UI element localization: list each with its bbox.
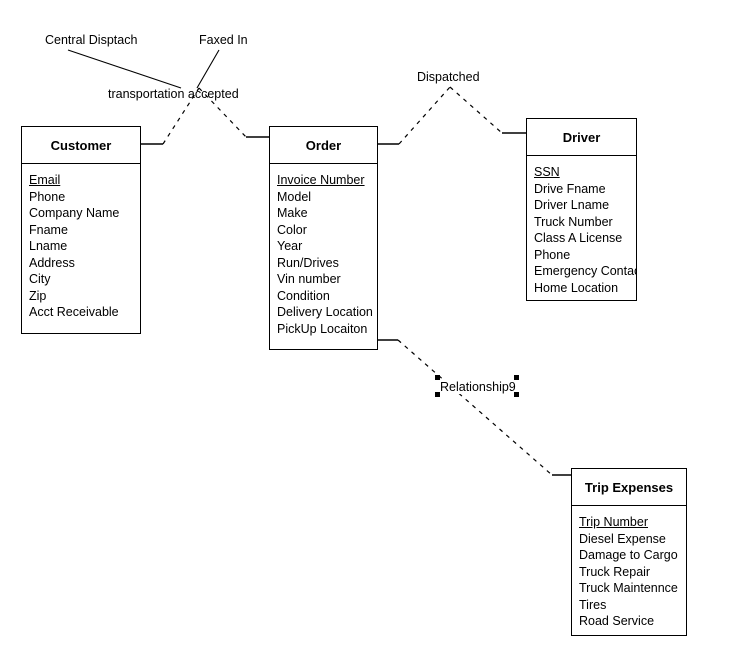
entity-driver[interactable]: Driver SSN Drive Fname Driver Lname Truc… — [526, 118, 637, 301]
attribute-row[interactable]: Acct Receivable — [29, 304, 140, 321]
selection-handle-bottom-left[interactable] — [435, 392, 440, 397]
annotation-faxed-in[interactable]: Faxed In — [199, 33, 248, 47]
attribute-row[interactable]: SSN — [534, 164, 636, 181]
entity-trip-expenses-title: Trip Expenses — [572, 469, 686, 506]
attribute-row[interactable]: Run/Drives — [277, 255, 377, 272]
attribute-row[interactable]: Company Name — [29, 205, 140, 222]
annotation-central-dispatch[interactable]: Central Disptach — [45, 33, 137, 47]
relationship-label-transportation-accepted[interactable]: transportation accepted — [108, 87, 239, 101]
attribute-row[interactable]: Invoice Number — [277, 172, 377, 189]
attribute-row[interactable]: Class A License — [534, 230, 636, 247]
attribute-row[interactable]: Road Service — [579, 613, 686, 630]
entity-customer[interactable]: Customer Email Phone Company Name Fname … — [21, 126, 141, 334]
selection-handle-bottom-right[interactable] — [514, 392, 519, 397]
entity-driver-attributes: SSN Drive Fname Driver Lname Truck Numbe… — [527, 156, 636, 300]
attribute-row[interactable]: Condition — [277, 288, 377, 305]
attribute-row[interactable]: Delivery Location — [277, 304, 377, 321]
attribute-row[interactable]: Drive Fname — [534, 181, 636, 198]
attribute-row[interactable]: Tires — [579, 597, 686, 614]
attribute-row[interactable]: Phone — [29, 189, 140, 206]
entity-customer-attributes: Email Phone Company Name Fname Lname Add… — [22, 164, 140, 327]
attribute-row[interactable]: Lname — [29, 238, 140, 255]
attribute-row[interactable]: Email — [29, 172, 140, 189]
attribute-row[interactable]: Emergency Contact — [534, 263, 636, 280]
attribute-row[interactable]: Address — [29, 255, 140, 272]
attribute-row[interactable]: City — [29, 271, 140, 288]
attribute-row[interactable]: Home Location — [534, 280, 636, 297]
selection-handle-top-left[interactable] — [435, 375, 440, 380]
attribute-row[interactable]: Driver Lname — [534, 197, 636, 214]
attribute-row[interactable]: Fname — [29, 222, 140, 239]
attribute-row[interactable]: Truck Repair — [579, 564, 686, 581]
entity-order-attributes: Invoice Number Model Make Color Year Run… — [270, 164, 377, 343]
attribute-row[interactable]: Model — [277, 189, 377, 206]
connector-order-driver[interactable] — [377, 86, 526, 145]
attribute-row[interactable]: Diesel Expense — [579, 531, 686, 548]
attribute-row[interactable]: Damage to Cargo — [579, 547, 686, 564]
relationship-label-relationship9[interactable]: Relationship9 — [440, 380, 516, 394]
entity-trip-expenses-attributes: Trip Number Diesel Expense Damage to Car… — [572, 506, 686, 635]
attribute-row[interactable]: PickUp Locaiton — [277, 321, 377, 338]
selection-handle-top-right[interactable] — [514, 375, 519, 380]
entity-order[interactable]: Order Invoice Number Model Make Color Ye… — [269, 126, 378, 350]
attribute-row[interactable]: Vin number — [277, 271, 377, 288]
attribute-row[interactable]: Trip Number — [579, 514, 686, 531]
attribute-row[interactable]: Phone — [534, 247, 636, 264]
leader-line-central-dispatch — [67, 49, 182, 89]
entity-order-title: Order — [270, 127, 377, 164]
attribute-row[interactable]: Year — [277, 238, 377, 255]
attribute-row[interactable]: Truck Number — [534, 214, 636, 231]
entity-customer-title: Customer — [22, 127, 140, 164]
attribute-row[interactable]: Make — [277, 205, 377, 222]
connector-order-tripexpenses[interactable] — [377, 339, 574, 476]
attribute-row[interactable]: Color — [277, 222, 377, 239]
attribute-row[interactable]: Zip — [29, 288, 140, 305]
attribute-row[interactable]: Truck Maintennce — [579, 580, 686, 597]
er-diagram-canvas: Central Disptach Faxed In transportation… — [0, 0, 746, 662]
leader-line-faxed-in — [196, 49, 220, 89]
entity-driver-title: Driver — [527, 119, 636, 156]
relationship-label-dispatched[interactable]: Dispatched — [417, 70, 480, 84]
entity-trip-expenses[interactable]: Trip Expenses Trip Number Diesel Expense… — [571, 468, 687, 636]
